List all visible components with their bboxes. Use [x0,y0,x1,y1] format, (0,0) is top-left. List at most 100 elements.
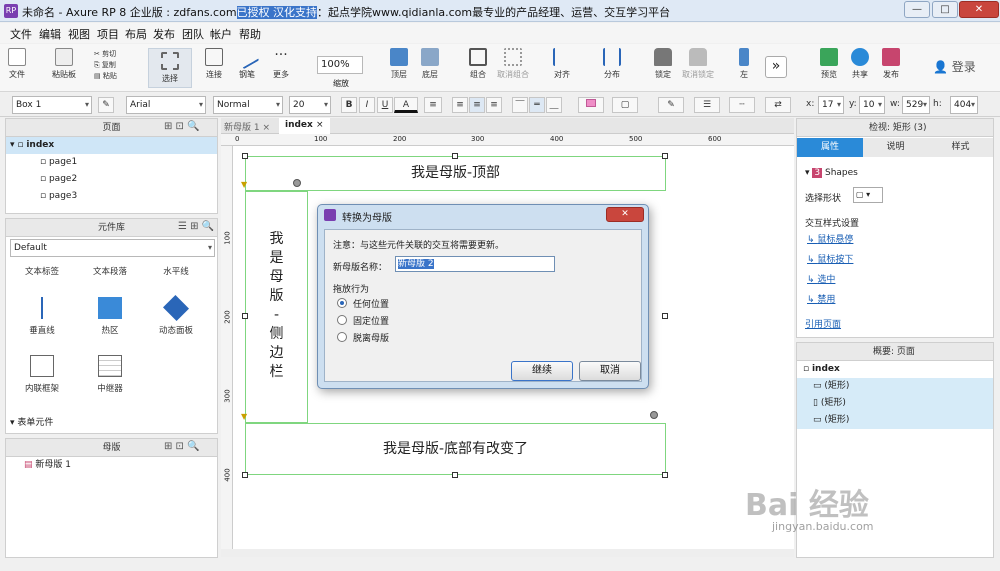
cut-action[interactable]: ✂ 剪切 [94,49,117,60]
tab-index[interactable]: index × [279,118,330,134]
menu-help[interactable]: 帮助 [239,26,261,42]
page-item[interactable]: ▫ page1 [6,154,217,171]
outline-item[interactable]: ▯ (矩形) [797,395,993,412]
lib-item-vline[interactable]: 垂直线 [12,297,72,336]
resize-handle[interactable] [242,313,248,319]
more-tool[interactable]: ··· 更多 [272,48,290,80]
menu-view[interactable]: 视图 [68,26,90,42]
menu-publish[interactable]: 发布 [153,26,175,42]
menu-file[interactable]: 文件 [10,26,32,42]
masters-actions[interactable]: ⊞ ⊡ 🔍 [164,441,200,452]
login-button[interactable]: 👤 登录 [933,58,976,75]
paste-tool[interactable]: 粘贴板 [52,48,76,80]
master-side-box[interactable]: 我 是 母 版 - 侧 边 栏 [245,191,308,423]
resize-handle[interactable] [662,153,668,159]
bring-top-tool[interactable]: 顶层 [390,48,408,80]
valign-bottom-icon[interactable]: ⎽ [546,97,562,113]
align-center-icon[interactable]: ≡ [469,97,485,113]
unlock-tool[interactable]: 取消锁定 [682,48,714,80]
expand-toolbar-icon[interactable]: » [765,56,787,78]
fill-color-button[interactable] [578,97,604,113]
height-input[interactable]: 404 [950,96,978,114]
tab-notes[interactable]: 说明 [863,138,928,157]
rotate-handle[interactable] [293,179,301,187]
widget-name-select[interactable]: Box 1 [12,96,92,114]
library-select[interactable]: Default [10,239,215,257]
lib-item-dynpanel[interactable]: 动态面板 [146,294,206,336]
menu-account[interactable]: 帐户 [210,26,232,42]
pen-tool[interactable]: 钢笔 [234,44,260,80]
align-left-icon[interactable]: ≡ [452,97,468,113]
option-any-position[interactable]: 任何位置 [337,296,457,310]
align-right-icon[interactable]: ≡ [486,97,502,113]
style-edit-icon[interactable]: ✎ [98,97,114,113]
font-color-button[interactable]: A [394,97,418,113]
connect-tool[interactable]: 连接 [205,48,223,80]
x-input[interactable]: 17 [818,96,844,114]
reference-page-link[interactable]: 引用页面 [805,317,841,330]
preview-tool[interactable]: 预览 [820,48,838,80]
line-width-button[interactable]: ☰ [694,97,720,113]
lock-tool[interactable]: 锁定 [654,48,672,80]
resize-handle[interactable] [452,472,458,478]
master-item[interactable]: ▤ 新母版 1 [6,457,217,474]
form-widgets-section[interactable]: ▾ 表单元件 [10,415,53,428]
underline-button[interactable]: U [377,97,393,113]
radio-off[interactable] [337,315,347,325]
share-tool[interactable]: 共享 [851,48,869,80]
maximize-button[interactable]: □ [932,1,958,18]
select-tool[interactable]: 选择 [148,48,192,88]
y-input[interactable]: 10 [859,96,885,114]
resize-handle[interactable] [662,313,668,319]
resize-handle[interactable] [452,153,458,159]
continue-button[interactable]: 继续 [511,361,573,381]
ungroup-tool[interactable]: 取消组合 [497,48,529,80]
pages-panel-actions[interactable]: ⊞ ⊡ 🔍 [164,121,200,132]
outline-root[interactable]: ▫ index [797,361,993,378]
group-tool[interactable]: 组合 [469,48,487,80]
font-style-select[interactable]: Normal [213,96,283,114]
lib-item-iframe[interactable]: 内联框架 [12,355,72,394]
resize-handle[interactable] [242,153,248,159]
master-top-box[interactable]: 我是母版-顶部 [245,156,666,191]
lib-item[interactable]: 文本标签 [12,265,72,277]
italic-button[interactable]: I [359,97,375,113]
zoom-select[interactable]: 100% [317,56,363,74]
lib-item[interactable]: 文本段落 [80,265,140,277]
arrow-style-button[interactable]: ⇄ [765,97,791,113]
disabled-style-link[interactable]: ↳ 禁用 [807,292,835,305]
resize-handle[interactable] [662,472,668,478]
menu-team[interactable]: 团队 [182,26,204,42]
tab-style[interactable]: 样式 [928,138,993,157]
master-bottom-box[interactable]: 我是母版-底部有改变了 [245,423,666,475]
dialog-close-icon[interactable]: ✕ [606,207,644,222]
radio-on[interactable] [337,298,347,308]
library-actions[interactable]: ☰ ⊞ 🔍 [178,221,214,232]
hover-style-link[interactable]: ↳ 鼠标悬停 [807,232,853,245]
valign-middle-icon[interactable]: ═ [529,97,545,113]
close-button[interactable]: ✕ [959,1,999,18]
font-family-select[interactable]: Arial [126,96,206,114]
bold-button[interactable]: B [341,97,357,113]
pressed-style-link[interactable]: ↳ 鼠标按下 [807,252,853,265]
menu-layout[interactable]: 布局 [125,26,147,42]
tab-master-1[interactable]: 新母版 1 × [224,120,270,133]
width-input[interactable]: 529 [902,96,930,114]
lib-item-hotspot[interactable]: 热区 [80,297,140,336]
menu-edit[interactable]: 编辑 [39,26,61,42]
page-tree-root[interactable]: ▾ ▫ index [6,137,217,154]
page-item[interactable]: ▫ page3 [6,188,217,205]
valign-top-icon[interactable]: ⎺ [512,97,528,113]
cancel-button[interactable]: 取消 [579,361,641,381]
font-size-select[interactable]: 20 [289,96,331,114]
lib-item-repeater[interactable]: 中继器 [80,355,140,394]
left-align-tool[interactable]: 左 [739,48,749,80]
close-icon[interactable]: × [316,120,324,130]
outline-item[interactable]: ▭ (矩形) [797,378,993,395]
horizontal-scrollbar[interactable] [221,549,794,557]
align-tool[interactable]: 对齐 [553,48,571,80]
bullet-list-icon[interactable]: ≡ [424,97,442,113]
distribute-tool[interactable]: 分布 [603,48,621,80]
close-icon[interactable]: × [262,123,270,133]
line-color-button[interactable]: ✎ [658,97,684,113]
